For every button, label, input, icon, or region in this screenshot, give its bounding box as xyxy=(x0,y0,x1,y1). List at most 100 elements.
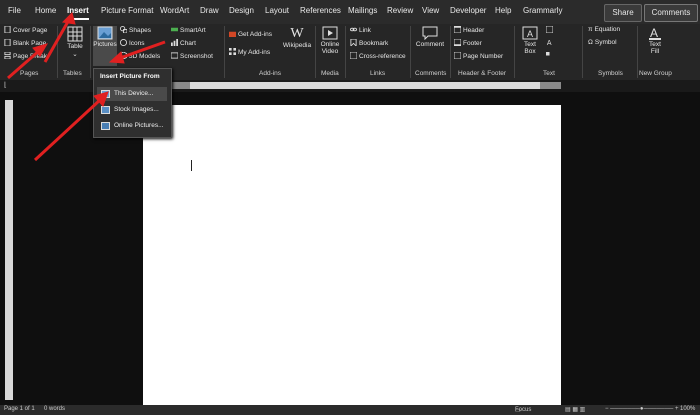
text-fill-button[interactable]: A Text Fill xyxy=(643,26,667,55)
link-icon xyxy=(350,27,357,32)
wordart-icon: A xyxy=(547,40,552,46)
cross-reference-button[interactable]: Cross-reference xyxy=(350,52,406,60)
comment-icon xyxy=(422,26,438,40)
tab-help[interactable]: Help xyxy=(495,6,511,15)
divider xyxy=(315,26,316,78)
tab-selector-icon[interactable]: ⌊ xyxy=(4,81,7,89)
divider xyxy=(514,26,515,78)
footer-button[interactable]: Footer xyxy=(454,39,482,47)
chart-button[interactable]: Chart xyxy=(171,39,196,47)
online-pictures-label: Online Pictures... xyxy=(114,122,164,129)
this-device-menu-item[interactable]: This Device... xyxy=(97,87,167,101)
text-tools-button[interactable] xyxy=(546,26,555,34)
document-page[interactable] xyxy=(143,105,561,405)
page-count[interactable]: Page 1 of 1 xyxy=(4,406,35,412)
wordart-button[interactable]: A xyxy=(546,39,555,47)
blank-page-icon xyxy=(4,39,11,46)
online-video-button[interactable]: Online Video xyxy=(318,26,342,55)
horizontal-ruler[interactable] xyxy=(190,82,540,89)
divider xyxy=(637,26,638,78)
cube-icon xyxy=(120,52,127,59)
divider xyxy=(90,26,91,78)
tab-insert[interactable]: Insert xyxy=(67,6,89,20)
icons-button[interactable]: Icons xyxy=(120,39,145,47)
link-button[interactable]: Link xyxy=(350,26,371,34)
text-cursor xyxy=(191,160,192,171)
pages-group-label: Pages xyxy=(20,70,39,77)
page-break-button[interactable]: Page Break xyxy=(4,52,47,60)
tab-developer[interactable]: Developer xyxy=(450,6,486,15)
text-group-label: Text xyxy=(543,70,555,77)
cover-page-label: Cover Page xyxy=(13,27,48,34)
header-button[interactable]: Header xyxy=(454,26,484,34)
stock-images-icon xyxy=(101,106,110,114)
new-group-label: New Group xyxy=(639,70,672,77)
video-icon xyxy=(322,26,338,40)
cover-page-icon xyxy=(4,26,11,33)
cover-page-button[interactable]: Cover Page xyxy=(4,26,47,34)
shapes-button[interactable]: Shapes xyxy=(120,26,151,34)
addins-group-label: Add-ins xyxy=(259,70,282,77)
tab-view[interactable]: View xyxy=(422,6,439,15)
icons-label: Icons xyxy=(129,40,145,47)
vertical-ruler[interactable] xyxy=(5,100,13,400)
view-mode-icons[interactable]: ▤ ▦ ▥ xyxy=(565,406,585,413)
footer-label: Footer xyxy=(463,40,482,47)
zoom-slider[interactable]: − ───────●─────── + xyxy=(605,406,678,412)
links-group-label: Links xyxy=(370,70,386,77)
focus-label: Focus xyxy=(515,407,532,413)
smartart-button[interactable]: SmartArt xyxy=(171,26,206,34)
word-count[interactable]: 0 words xyxy=(44,406,65,412)
pictures-button[interactable]: Pictures xyxy=(93,26,117,66)
get-addins-button[interactable]: Get Add-ins xyxy=(229,30,272,38)
this-device-label: This Device... xyxy=(114,90,154,97)
tab-picture-format[interactable]: Picture Format xyxy=(101,6,153,15)
dropdown-header: Insert Picture From xyxy=(100,73,160,80)
tab-wordart[interactable]: WordArt xyxy=(160,6,189,15)
picture-icon xyxy=(97,26,113,40)
comment-button[interactable]: Comment xyxy=(413,26,447,48)
page-number-button[interactable]: Page Number xyxy=(454,52,503,60)
wikipedia-button[interactable]: W Wikipedia xyxy=(282,26,312,49)
zoom-level[interactable]: 100% xyxy=(680,406,695,412)
tab-mailings[interactable]: Mailings xyxy=(348,6,377,15)
online-pictures-menu-item[interactable]: Online Pictures... xyxy=(97,119,167,133)
wikipedia-icon: W xyxy=(290,26,304,41)
3d-models-button[interactable]: 3D Models xyxy=(120,52,160,60)
table-button[interactable]: Table ⌄ xyxy=(63,26,87,58)
symbol-button[interactable]: Ω Symbol xyxy=(588,39,617,46)
screenshot-label: Screenshot xyxy=(180,53,213,60)
equation-button[interactable]: π Equation xyxy=(588,26,620,33)
tab-references[interactable]: References xyxy=(300,6,341,15)
table-label: Table xyxy=(67,43,83,50)
tab-grammarly[interactable]: Grammarly xyxy=(523,6,563,15)
chart-icon xyxy=(171,39,178,46)
my-addins-label: My Add-ins xyxy=(238,49,271,56)
ribbon-tab-bar: File Home Insert Picture Format WordArt … xyxy=(0,0,700,24)
text-box-label-2: Box xyxy=(524,48,536,55)
tab-review[interactable]: Review xyxy=(387,6,413,15)
stock-images-menu-item[interactable]: Stock Images... xyxy=(97,103,167,117)
bookmark-button[interactable]: Bookmark xyxy=(350,39,388,47)
get-addins-label: Get Add-ins xyxy=(238,31,272,38)
share-button[interactable]: Share xyxy=(604,4,642,22)
page-break-label: Page Break xyxy=(13,53,47,60)
tab-draw[interactable]: Draw xyxy=(200,6,219,15)
blank-page-button[interactable]: Blank Page xyxy=(4,39,46,47)
tab-file[interactable]: File xyxy=(8,6,21,15)
text-fill-label-1: Text xyxy=(649,41,661,48)
link-label: Link xyxy=(359,27,371,34)
screenshot-button[interactable]: Screenshot xyxy=(171,52,213,60)
comments-group-label: Comments xyxy=(415,70,447,77)
drop-cap-button[interactable] xyxy=(546,52,555,60)
tab-design[interactable]: Design xyxy=(229,6,254,15)
store-icon xyxy=(229,31,236,37)
comments-button[interactable]: Comments xyxy=(644,4,698,22)
my-addins-button[interactable]: My Add-ins xyxy=(229,48,270,56)
text-box-icon: A xyxy=(522,26,538,40)
tab-layout[interactable]: Layout xyxy=(265,6,289,15)
text-box-button[interactable]: A Text Box xyxy=(518,26,542,55)
tab-home[interactable]: Home xyxy=(35,6,56,15)
equation-label: Equation xyxy=(594,26,621,33)
divider xyxy=(224,26,225,78)
